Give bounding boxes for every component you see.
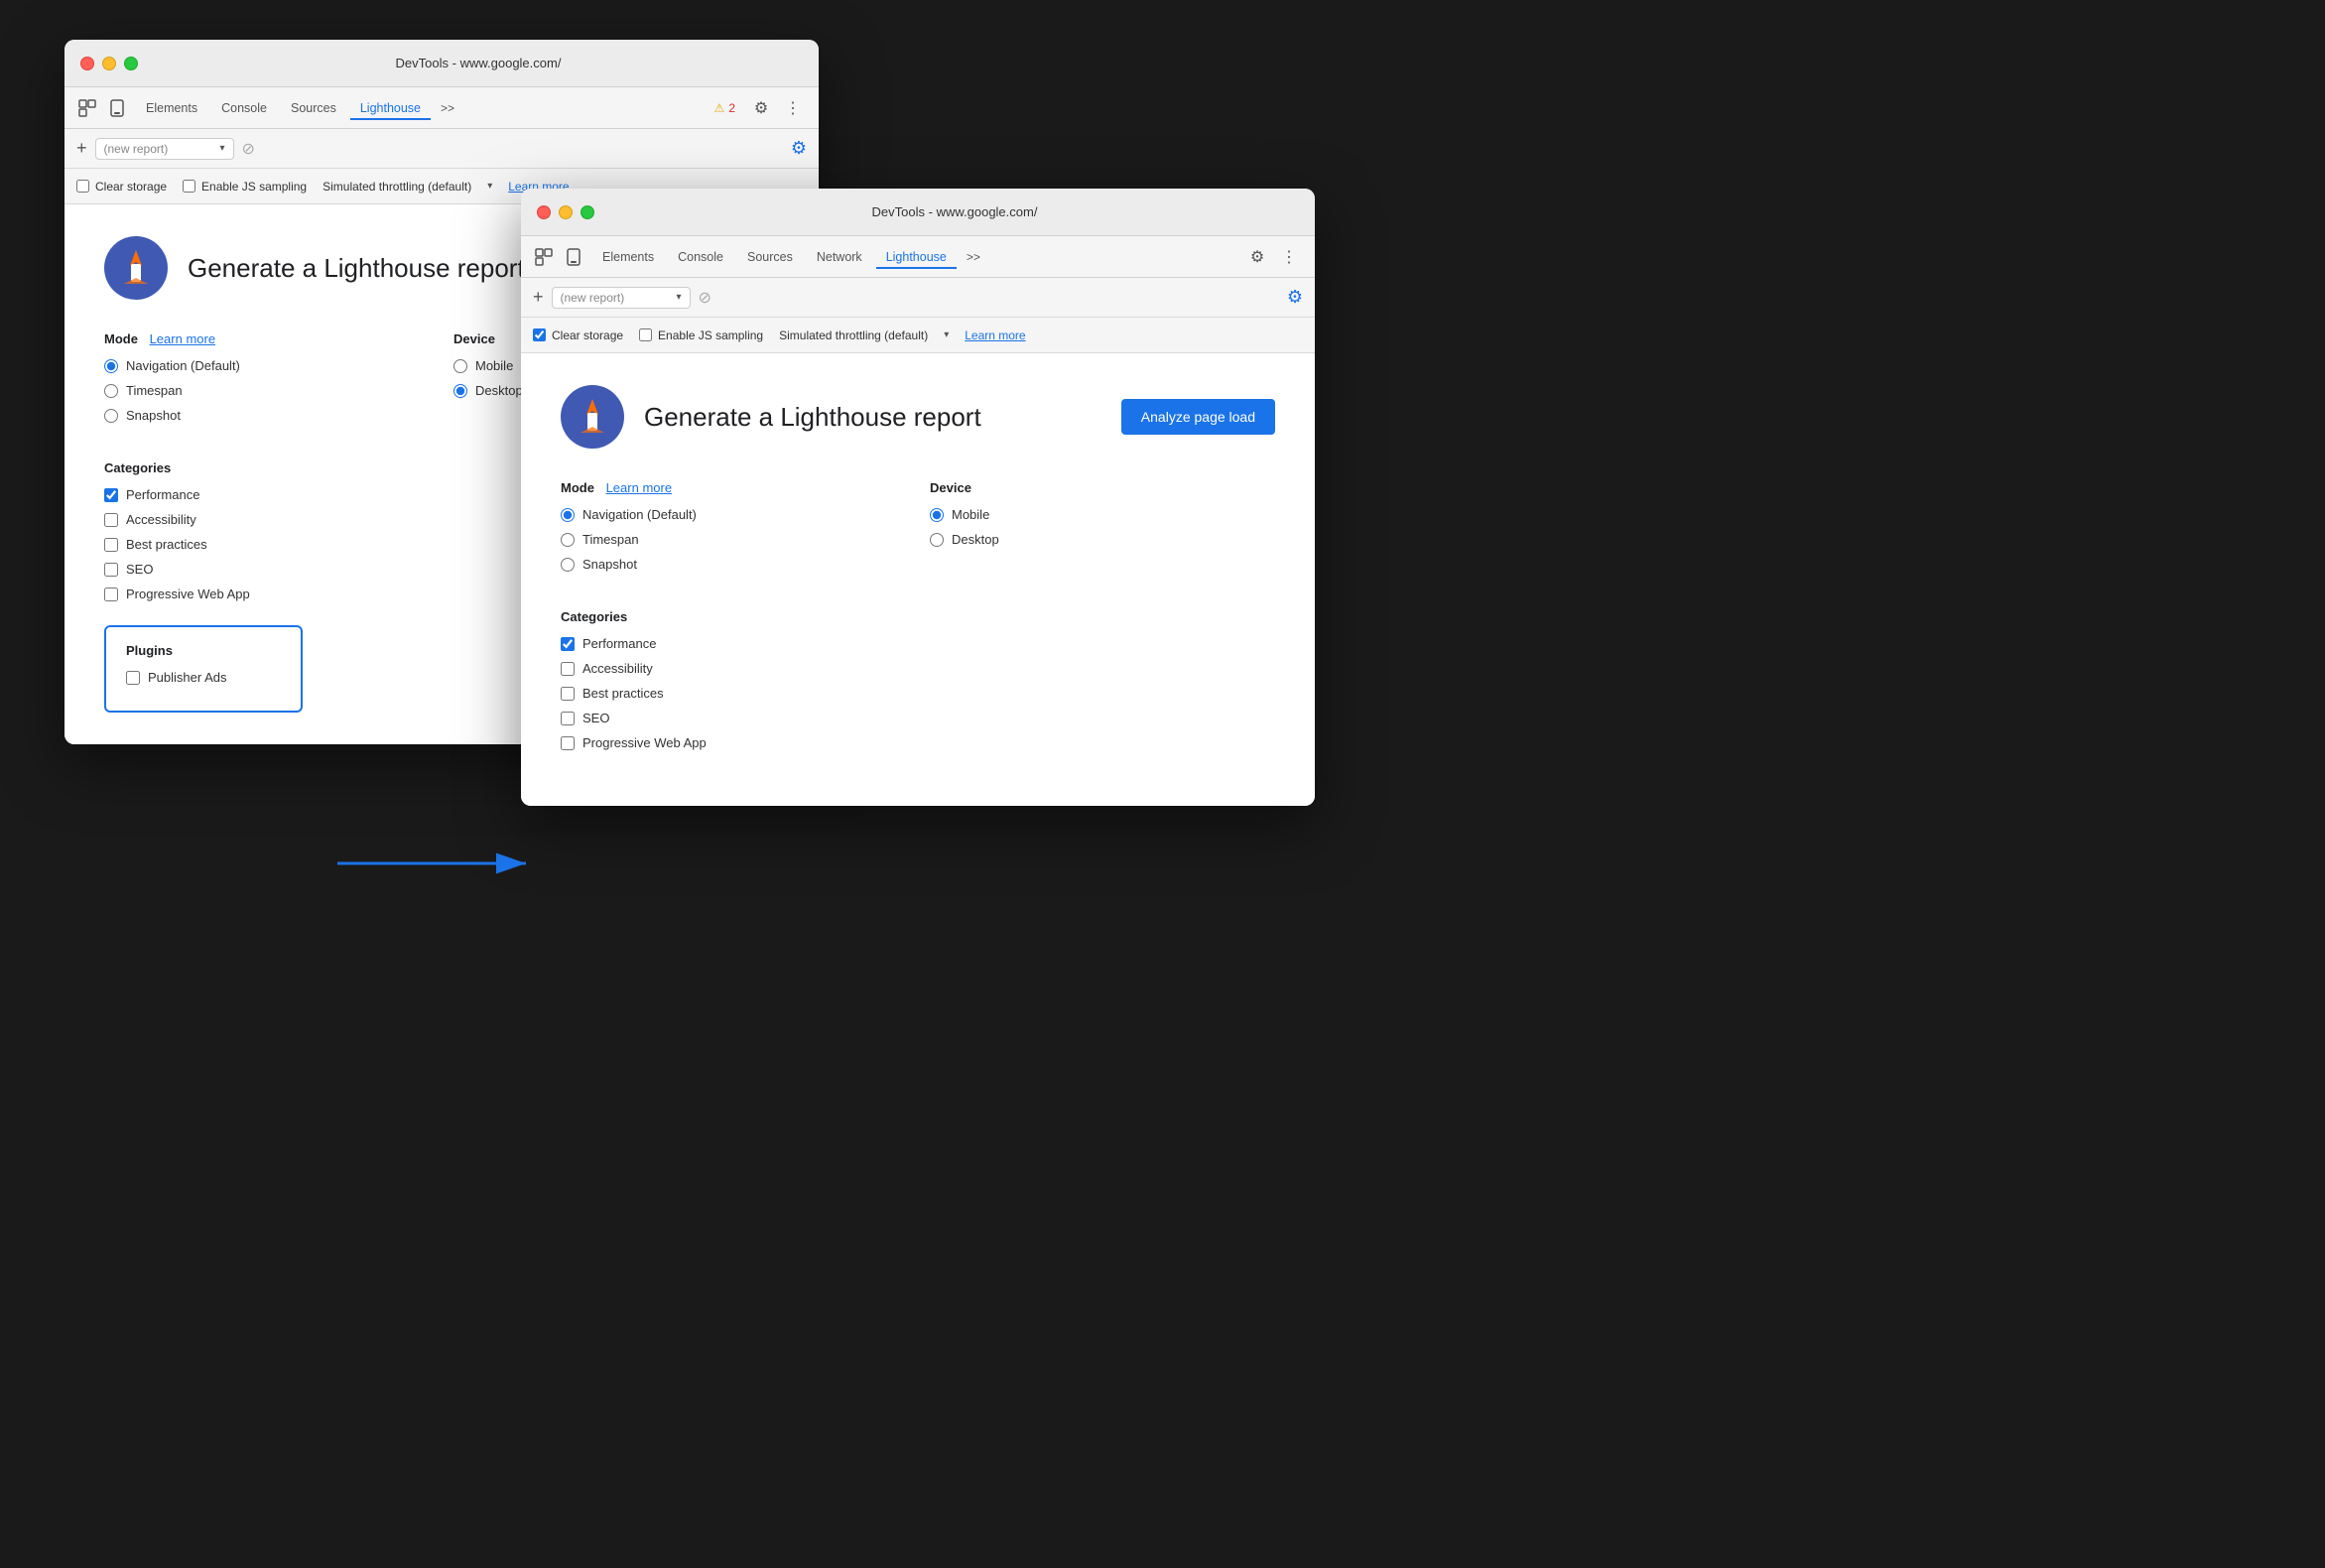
throttling-label-2: Simulated throttling (default) bbox=[779, 328, 928, 342]
mode-navigation-1[interactable]: Navigation (Default) bbox=[104, 358, 430, 373]
minimize-button-2[interactable] bbox=[559, 205, 573, 219]
titlebar-1: DevTools - www.google.com/ bbox=[65, 40, 819, 87]
tab-sources-2[interactable]: Sources bbox=[737, 245, 803, 269]
device-mobile-2[interactable]: Mobile bbox=[930, 507, 1275, 522]
report-placeholder-2: (new report) bbox=[561, 291, 625, 305]
device-desktop-2[interactable]: Desktop bbox=[930, 532, 1275, 547]
throttling-dropdown-icon-2[interactable]: ▾ bbox=[944, 329, 949, 340]
js-sampling-option-1[interactable]: Enable JS sampling bbox=[183, 180, 307, 194]
dropdown-chevron-1: ▾ bbox=[219, 143, 224, 154]
more-options-icon-1[interactable]: ⋮ bbox=[779, 94, 807, 122]
cat-performance-2[interactable]: Performance bbox=[561, 636, 1275, 651]
mode-snapshot-1[interactable]: Snapshot bbox=[104, 408, 430, 423]
window-title-2: DevTools - www.google.com/ bbox=[610, 204, 1299, 219]
categories-section-2: Categories Performance Accessibility Bes… bbox=[561, 609, 1275, 750]
cat-seo-2[interactable]: SEO bbox=[561, 711, 1275, 725]
dropdown-chevron-2: ▾ bbox=[676, 292, 681, 303]
mobile-icon-2 bbox=[563, 246, 584, 268]
tab-lighthouse-2[interactable]: Lighthouse bbox=[876, 245, 957, 269]
plugin-publisher-ads-1[interactable]: Publisher Ads bbox=[126, 670, 281, 685]
settings-icon-2[interactable]: ⚙ bbox=[1243, 243, 1271, 271]
mode-label-2: Mode Learn more bbox=[561, 480, 906, 495]
report-dropdown-1[interactable]: (new report) ▾ bbox=[95, 138, 234, 160]
categories-label-2: Categories bbox=[561, 609, 1275, 624]
tab-bar-1: Elements Console Sources Lighthouse >> ⚠… bbox=[65, 87, 819, 129]
traffic-lights-1 bbox=[80, 57, 138, 70]
panel-2: Generate a Lighthouse report Analyze pag… bbox=[521, 353, 1315, 806]
toolbar-2: + (new report) ▾ ⊘ ⚙ bbox=[521, 278, 1315, 318]
mode-snapshot-2[interactable]: Snapshot bbox=[561, 557, 906, 572]
close-button-1[interactable] bbox=[80, 57, 94, 70]
close-button-2[interactable] bbox=[537, 205, 551, 219]
clear-storage-option-1[interactable]: Clear storage bbox=[76, 180, 167, 194]
analyze-button-2[interactable]: Analyze page load bbox=[1121, 399, 1275, 435]
plugins-label-1: Plugins bbox=[126, 643, 281, 658]
clear-icon-1[interactable]: ⊘ bbox=[242, 139, 255, 159]
devtools-icon-2 bbox=[533, 246, 555, 268]
cat-best-practices-2[interactable]: Best practices bbox=[561, 686, 1275, 701]
report-placeholder-1: (new report) bbox=[104, 142, 169, 156]
tab-lighthouse-1[interactable]: Lighthouse bbox=[350, 96, 431, 120]
cat-pwa-2[interactable]: Progressive Web App bbox=[561, 735, 1275, 750]
maximize-button-1[interactable] bbox=[124, 57, 138, 70]
minimize-button-1[interactable] bbox=[102, 57, 116, 70]
mode-learn-more-2[interactable]: Learn more bbox=[606, 480, 672, 495]
js-sampling-checkbox-2[interactable] bbox=[639, 328, 652, 341]
add-report-button-2[interactable]: + bbox=[533, 287, 544, 308]
cat-accessibility-2[interactable]: Accessibility bbox=[561, 661, 1275, 676]
mode-learn-more-1[interactable]: Learn more bbox=[150, 331, 215, 346]
clear-storage-checkbox-1[interactable] bbox=[76, 180, 89, 193]
toolbar-1: + (new report) ▾ ⊘ ⚙ bbox=[65, 129, 819, 169]
js-sampling-checkbox-1[interactable] bbox=[183, 180, 195, 193]
mode-navigation-2[interactable]: Navigation (Default) bbox=[561, 507, 906, 522]
toolbar-gear-icon-1[interactable]: ⚙ bbox=[791, 138, 807, 159]
traffic-lights-2 bbox=[537, 205, 594, 219]
device-section-2: Device Mobile Desktop bbox=[930, 480, 1275, 582]
options-bar-2: Clear storage Enable JS sampling Simulat… bbox=[521, 318, 1315, 353]
tab-elements-1[interactable]: Elements bbox=[136, 96, 207, 120]
devtools-window-2: DevTools - www.google.com/ Elements Cons… bbox=[521, 189, 1315, 806]
report-title-1: Generate a Lighthouse report bbox=[188, 253, 525, 284]
mode-timespan-1[interactable]: Timespan bbox=[104, 383, 430, 398]
mode-device-grid-2: Mode Learn more Navigation (Default) Tim… bbox=[561, 480, 1275, 582]
report-dropdown-2[interactable]: (new report) ▾ bbox=[552, 287, 691, 309]
maximize-button-2[interactable] bbox=[581, 205, 594, 219]
lighthouse-logo-2 bbox=[561, 385, 624, 449]
window-title-1: DevTools - www.google.com/ bbox=[154, 56, 803, 70]
lighthouse-logo-1 bbox=[104, 236, 168, 300]
throttling-label-1: Simulated throttling (default) bbox=[323, 180, 471, 194]
tab-network-2[interactable]: Network bbox=[807, 245, 872, 269]
more-options-icon-2[interactable]: ⋮ bbox=[1275, 243, 1303, 271]
mobile-icon-1 bbox=[106, 97, 128, 119]
report-header-2: Generate a Lighthouse report Analyze pag… bbox=[561, 385, 1275, 449]
tab-bar-2: Elements Console Sources Network Lightho… bbox=[521, 236, 1315, 278]
clear-storage-checkbox-2[interactable] bbox=[533, 328, 546, 341]
tab-more-1[interactable]: >> bbox=[435, 97, 460, 119]
tab-sources-1[interactable]: Sources bbox=[281, 96, 346, 120]
learn-more-link-2[interactable]: Learn more bbox=[965, 328, 1025, 342]
device-label-2: Device bbox=[930, 480, 1275, 495]
tab-console-2[interactable]: Console bbox=[668, 245, 733, 269]
mode-section-1: Mode Learn more Navigation (Default) Tim… bbox=[104, 331, 430, 433]
tab-elements-2[interactable]: Elements bbox=[592, 245, 664, 269]
mode-section-2: Mode Learn more Navigation (Default) Tim… bbox=[561, 480, 906, 582]
titlebar-2: DevTools - www.google.com/ bbox=[521, 189, 1315, 236]
clear-storage-option-2[interactable]: Clear storage bbox=[533, 328, 623, 342]
report-title-2: Generate a Lighthouse report bbox=[644, 402, 981, 433]
add-report-button-1[interactable]: + bbox=[76, 138, 87, 159]
warning-badge-1: ⚠ 2 bbox=[714, 101, 735, 115]
clear-icon-2[interactable]: ⊘ bbox=[699, 288, 711, 308]
settings-icon-1[interactable]: ⚙ bbox=[747, 94, 775, 122]
js-sampling-option-2[interactable]: Enable JS sampling bbox=[639, 328, 763, 342]
devtools-icon-1 bbox=[76, 97, 98, 119]
throttling-dropdown-icon-1[interactable]: ▾ bbox=[487, 181, 492, 192]
toolbar-gear-icon-2[interactable]: ⚙ bbox=[1287, 287, 1303, 308]
tab-console-1[interactable]: Console bbox=[211, 96, 277, 120]
mode-timespan-2[interactable]: Timespan bbox=[561, 532, 906, 547]
mode-label-1: Mode Learn more bbox=[104, 331, 430, 346]
tab-more-2[interactable]: >> bbox=[961, 246, 986, 268]
plugins-box-1: Plugins Publisher Ads bbox=[104, 625, 303, 713]
